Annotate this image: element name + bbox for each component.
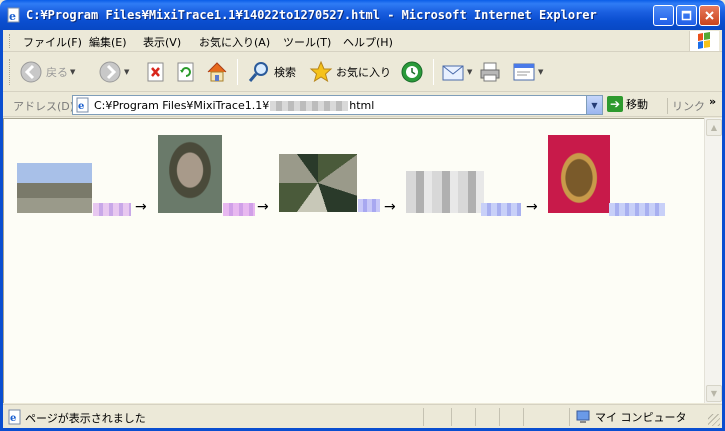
back-button[interactable]: 戻る ▼ xyxy=(19,57,75,87)
links-chevron-icon[interactable]: » xyxy=(709,95,716,108)
favorites-button[interactable]: お気に入り xyxy=(309,57,391,87)
back-dropdown-icon[interactable]: ▼ xyxy=(70,68,75,76)
profile-thumbnail-1[interactable] xyxy=(17,163,92,213)
address-input[interactable]: e C:¥Program Files¥MixiTrace1.1¥ html ▼ xyxy=(72,95,603,115)
refresh-icon xyxy=(177,62,194,82)
svg-text:e: e xyxy=(10,413,16,424)
address-value: C:¥Program Files¥MixiTrace1.1¥ html xyxy=(94,98,375,112)
mail-dropdown-icon[interactable]: ▼ xyxy=(467,68,472,76)
go-label: 移動 xyxy=(626,98,648,111)
media-history-icon xyxy=(401,61,423,83)
stop-icon xyxy=(147,62,164,82)
my-computer-icon xyxy=(576,410,590,423)
status-cell xyxy=(423,408,451,426)
menu-bar: ファイル(F) 編集(E) 表示(V) お気に入り(A) ツール(T) ヘルプ(… xyxy=(3,30,722,52)
forward-dropdown-icon[interactable]: ▼ xyxy=(124,68,129,76)
close-button[interactable] xyxy=(699,5,720,26)
svg-text:e: e xyxy=(78,101,84,112)
forward-button[interactable]: ▼ xyxy=(98,57,129,87)
profile-thumbnail-2[interactable] xyxy=(158,135,222,213)
media-button[interactable] xyxy=(399,57,425,87)
toolbar-separator xyxy=(433,59,434,85)
ie-page-icon: e xyxy=(76,97,89,113)
address-bar: アドレス(D) e C:¥Program Files¥MixiTrace1.1¥… xyxy=(3,93,722,117)
profile-link-3[interactable] xyxy=(358,199,380,212)
minimize-button[interactable] xyxy=(653,5,674,26)
status-cell xyxy=(451,408,475,426)
toolbar-separator xyxy=(237,59,238,85)
profile-thumbnail-3[interactable] xyxy=(279,154,357,212)
trace-arrow: → xyxy=(526,199,538,215)
forward-arrow-icon xyxy=(99,61,121,83)
menu-tools[interactable]: ツール(T) xyxy=(283,34,331,50)
standard-toolbar: 戻る ▼ ▼ 検索 お気に入り ▼ ▼ xyxy=(3,53,722,92)
profile-thumbnail-4[interactable] xyxy=(406,171,484,213)
profile-link-5[interactable] xyxy=(609,203,665,216)
resize-grip-icon[interactable] xyxy=(708,414,720,426)
profile-thumbnail-5[interactable] xyxy=(548,135,610,213)
favorites-label: お気に入り xyxy=(336,66,391,79)
window-title: C:¥Program Files¥MixiTrace1.1¥14022to127… xyxy=(26,8,597,22)
vertical-scrollbar[interactable]: ▲ ▼ xyxy=(704,118,722,403)
menu-favorites[interactable]: お気に入り(A) xyxy=(199,34,270,50)
menu-help[interactable]: ヘルプ(H) xyxy=(343,34,393,50)
links-label[interactable]: リンク xyxy=(667,98,705,114)
menu-edit[interactable]: 編集(E) xyxy=(89,34,127,50)
status-bar: e ページが表示されました マイ コンピュータ xyxy=(3,404,722,428)
edit-document-icon xyxy=(513,63,535,81)
address-dropdown-icon[interactable]: ▼ xyxy=(586,96,602,114)
home-button[interactable] xyxy=(205,57,229,87)
mail-icon xyxy=(442,65,464,81)
redacted-filename xyxy=(270,100,349,111)
print-button[interactable] xyxy=(478,57,502,87)
go-button[interactable]: ➔ 移動 xyxy=(607,96,648,112)
favorites-star-icon xyxy=(309,60,333,83)
status-cell xyxy=(523,408,569,426)
scroll-down-icon[interactable]: ▼ xyxy=(706,385,722,402)
mail-button[interactable]: ▼ xyxy=(441,57,472,87)
windows-logo xyxy=(689,31,719,51)
status-text: ページが表示されました xyxy=(25,412,146,425)
back-arrow-icon xyxy=(20,61,42,83)
scroll-up-icon[interactable]: ▲ xyxy=(706,119,722,136)
status-cell xyxy=(475,408,499,426)
printer-icon xyxy=(480,62,500,82)
edit-button[interactable]: ▼ xyxy=(512,57,543,87)
maximize-button[interactable] xyxy=(676,5,697,26)
profile-link-1[interactable] xyxy=(93,203,131,216)
title-bar[interactable]: e C:¥Program Files¥MixiTrace1.1¥14022to1… xyxy=(0,0,725,30)
menu-grip[interactable] xyxy=(9,34,12,48)
refresh-button[interactable] xyxy=(175,57,197,87)
toolbar-grip[interactable] xyxy=(9,59,12,85)
stop-button[interactable] xyxy=(145,57,167,87)
edit-dropdown-icon[interactable]: ▼ xyxy=(538,68,543,76)
status-cell xyxy=(499,408,523,426)
back-label: 戻る xyxy=(46,66,68,79)
search-button[interactable]: 検索 xyxy=(247,57,296,87)
menu-file[interactable]: ファイル(F) xyxy=(23,34,82,50)
trace-arrow: → xyxy=(257,199,269,215)
svg-text:e: e xyxy=(9,10,16,23)
profile-link-2[interactable] xyxy=(223,203,255,216)
ie-page-icon: e xyxy=(7,7,20,23)
address-label: アドレス(D) xyxy=(13,100,75,113)
zone-label: マイ コンピュータ xyxy=(595,411,687,424)
security-zone[interactable]: マイ コンピュータ xyxy=(575,409,687,425)
trace-arrow: → xyxy=(135,199,147,215)
search-label: 検索 xyxy=(274,66,296,79)
menu-view[interactable]: 表示(V) xyxy=(143,34,181,50)
go-arrow-icon: ➔ xyxy=(607,96,623,112)
maximize-icon xyxy=(681,10,692,21)
search-icon xyxy=(248,62,268,82)
windows-flag-icon xyxy=(698,32,710,49)
page-done-icon: e xyxy=(8,409,21,425)
home-icon xyxy=(207,62,227,82)
minimize-icon xyxy=(660,18,667,20)
trace-arrow: → xyxy=(384,199,396,215)
profile-link-4[interactable] xyxy=(481,203,521,216)
page-content: → → → → xyxy=(3,118,704,403)
close-icon xyxy=(705,11,714,20)
